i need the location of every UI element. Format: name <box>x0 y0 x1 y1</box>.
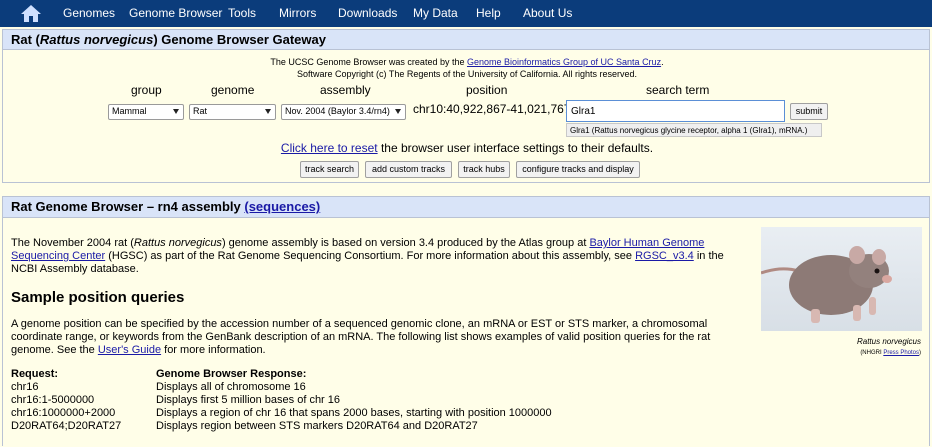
submit-button[interactable]: submit <box>790 103 828 120</box>
group-header: group <box>131 83 162 97</box>
queries-description: A genome position can be specified by th… <box>11 318 751 357</box>
top-navigation-bar: Genomes Genome Browser Tools Mirrors Dow… <box>0 0 932 27</box>
reset-line: Click here to reset the browser user int… <box>3 141 931 155</box>
assembly-header: assembly <box>320 83 371 97</box>
intro-text-1: The November 2004 rat ( <box>11 237 134 249</box>
intro-species: Rattus norvegicus <box>133 237 222 249</box>
assembly-intro: The November 2004 rat (Rattus norvegicus… <box>11 237 751 276</box>
credit-link[interactable]: Genome Bioinformatics Group of UC Santa … <box>467 57 661 67</box>
photo-credit: (NHGRI Press Photos) <box>860 350 921 356</box>
reset-link[interactable]: Click here to reset <box>281 141 378 155</box>
chevron-down-icon <box>265 109 271 114</box>
position-header: position <box>466 83 508 97</box>
gateway-panel: Rat (Rattus norvegicus) Genome Browser G… <box>2 29 930 183</box>
assembly-panel: Rat Genome Browser – rn4 assembly (seque… <box>2 196 930 446</box>
track-search-button[interactable]: track search <box>300 161 359 178</box>
photo-credit-suffix: ) <box>919 350 921 356</box>
query-response: Displays first 5 million bases of chr 16 <box>156 394 341 406</box>
nav-genomes[interactable]: Genomes <box>63 6 115 20</box>
sequences-link[interactable]: (sequences) <box>244 199 320 214</box>
credit-suffix: . <box>661 57 664 67</box>
gateway-title: Rat (Rattus norvegicus) Genome Browser G… <box>3 30 929 50</box>
chevron-down-icon <box>173 109 179 114</box>
gateway-title-species: Rattus norvegicus <box>39 32 154 47</box>
intro-text-3: (HGSC) as part of the Rat Genome Sequenc… <box>105 250 636 262</box>
assembly-panel-title: Rat Genome Browser – rn4 assembly (seque… <box>3 197 929 218</box>
query-response: Displays all of chromosome 16 <box>156 381 306 393</box>
query-response: Displays region between STS markers D20R… <box>156 420 478 432</box>
assembly-select[interactable]: Nov. 2004 (Baylor 3.4/rn4) <box>281 104 406 120</box>
credit-line: The UCSC Genome Browser was created by t… <box>3 57 931 67</box>
nav-help[interactable]: Help <box>476 6 501 20</box>
photo-credit-prefix: (NHGRI <box>860 350 884 356</box>
nav-downloads[interactable]: Downloads <box>338 6 397 20</box>
intro-text-2: ) genome assembly is based on version 3.… <box>221 237 590 249</box>
genome-header: genome <box>211 83 255 97</box>
home-icon[interactable] <box>20 4 42 23</box>
assembly-title-text: Rat Genome Browser – rn4 assembly <box>11 199 245 214</box>
request-header: Request: <box>11 368 59 380</box>
press-photos-link[interactable]: Press Photos <box>883 350 919 356</box>
photo-caption: Rattus norvegicus (NHGRI Press Photos) <box>761 337 921 358</box>
nav-my-data[interactable]: My Data <box>413 6 458 20</box>
group-select[interactable]: Mammal <box>108 104 184 120</box>
chevron-down-icon <box>395 109 401 114</box>
nav-about-us[interactable]: About Us <box>523 6 572 20</box>
queries-text-2: for more information. <box>161 344 266 356</box>
genome-select[interactable]: Rat <box>189 104 276 120</box>
nav-mirrors[interactable]: Mirrors <box>279 6 316 20</box>
gateway-title-suffix: ) Genome Browser Gateway <box>153 32 326 47</box>
copyright-line: Software Copyright (c) The Regents of th… <box>297 69 637 79</box>
sample-queries-heading: Sample position queries <box>11 289 185 306</box>
configure-tracks-button[interactable]: configure tracks and display <box>516 161 640 178</box>
assembly-select-value: Nov. 2004 (Baylor 3.4/rn4) <box>285 106 390 116</box>
reset-text: the browser user interface settings to t… <box>377 141 654 155</box>
nav-genome-browser[interactable]: Genome Browser <box>129 6 222 20</box>
search-term-header: search term <box>646 83 710 97</box>
query-request: D20RAT64;D20RAT27 <box>11 420 122 432</box>
query-request: chr16:1000000+2000 <box>11 407 116 419</box>
search-suggestion[interactable]: Glra1 (Rattus norvegicus glycine recepto… <box>566 123 822 137</box>
gateway-title-prefix: Rat ( <box>11 32 40 47</box>
track-hubs-button[interactable]: track hubs <box>458 161 510 178</box>
search-term-input[interactable]: Glra1 <box>566 100 785 122</box>
query-request: chr16:1-5000000 <box>11 394 95 406</box>
genome-select-value: Rat <box>193 106 208 116</box>
position-value[interactable]: chr10:40,922,867-41,021,767 <box>413 102 570 116</box>
query-request: chr16 <box>11 381 39 393</box>
add-custom-tracks-button[interactable]: add custom tracks <box>365 161 452 178</box>
rat-illustration <box>761 246 892 323</box>
group-select-value: Mammal <box>112 106 147 116</box>
credit-text: The UCSC Genome Browser was created by t… <box>270 57 467 67</box>
rgsc-link[interactable]: RGSC_v3.4 <box>635 250 694 262</box>
rat-photo <box>761 227 922 331</box>
response-header: Genome Browser Response: <box>156 368 307 380</box>
nav-tools[interactable]: Tools <box>228 6 256 20</box>
photo-caption-species: Rattus norvegicus <box>856 337 921 346</box>
query-response: Displays a region of chr 16 that spans 2… <box>156 407 552 419</box>
users-guide-link[interactable]: User's Guide <box>98 344 161 356</box>
